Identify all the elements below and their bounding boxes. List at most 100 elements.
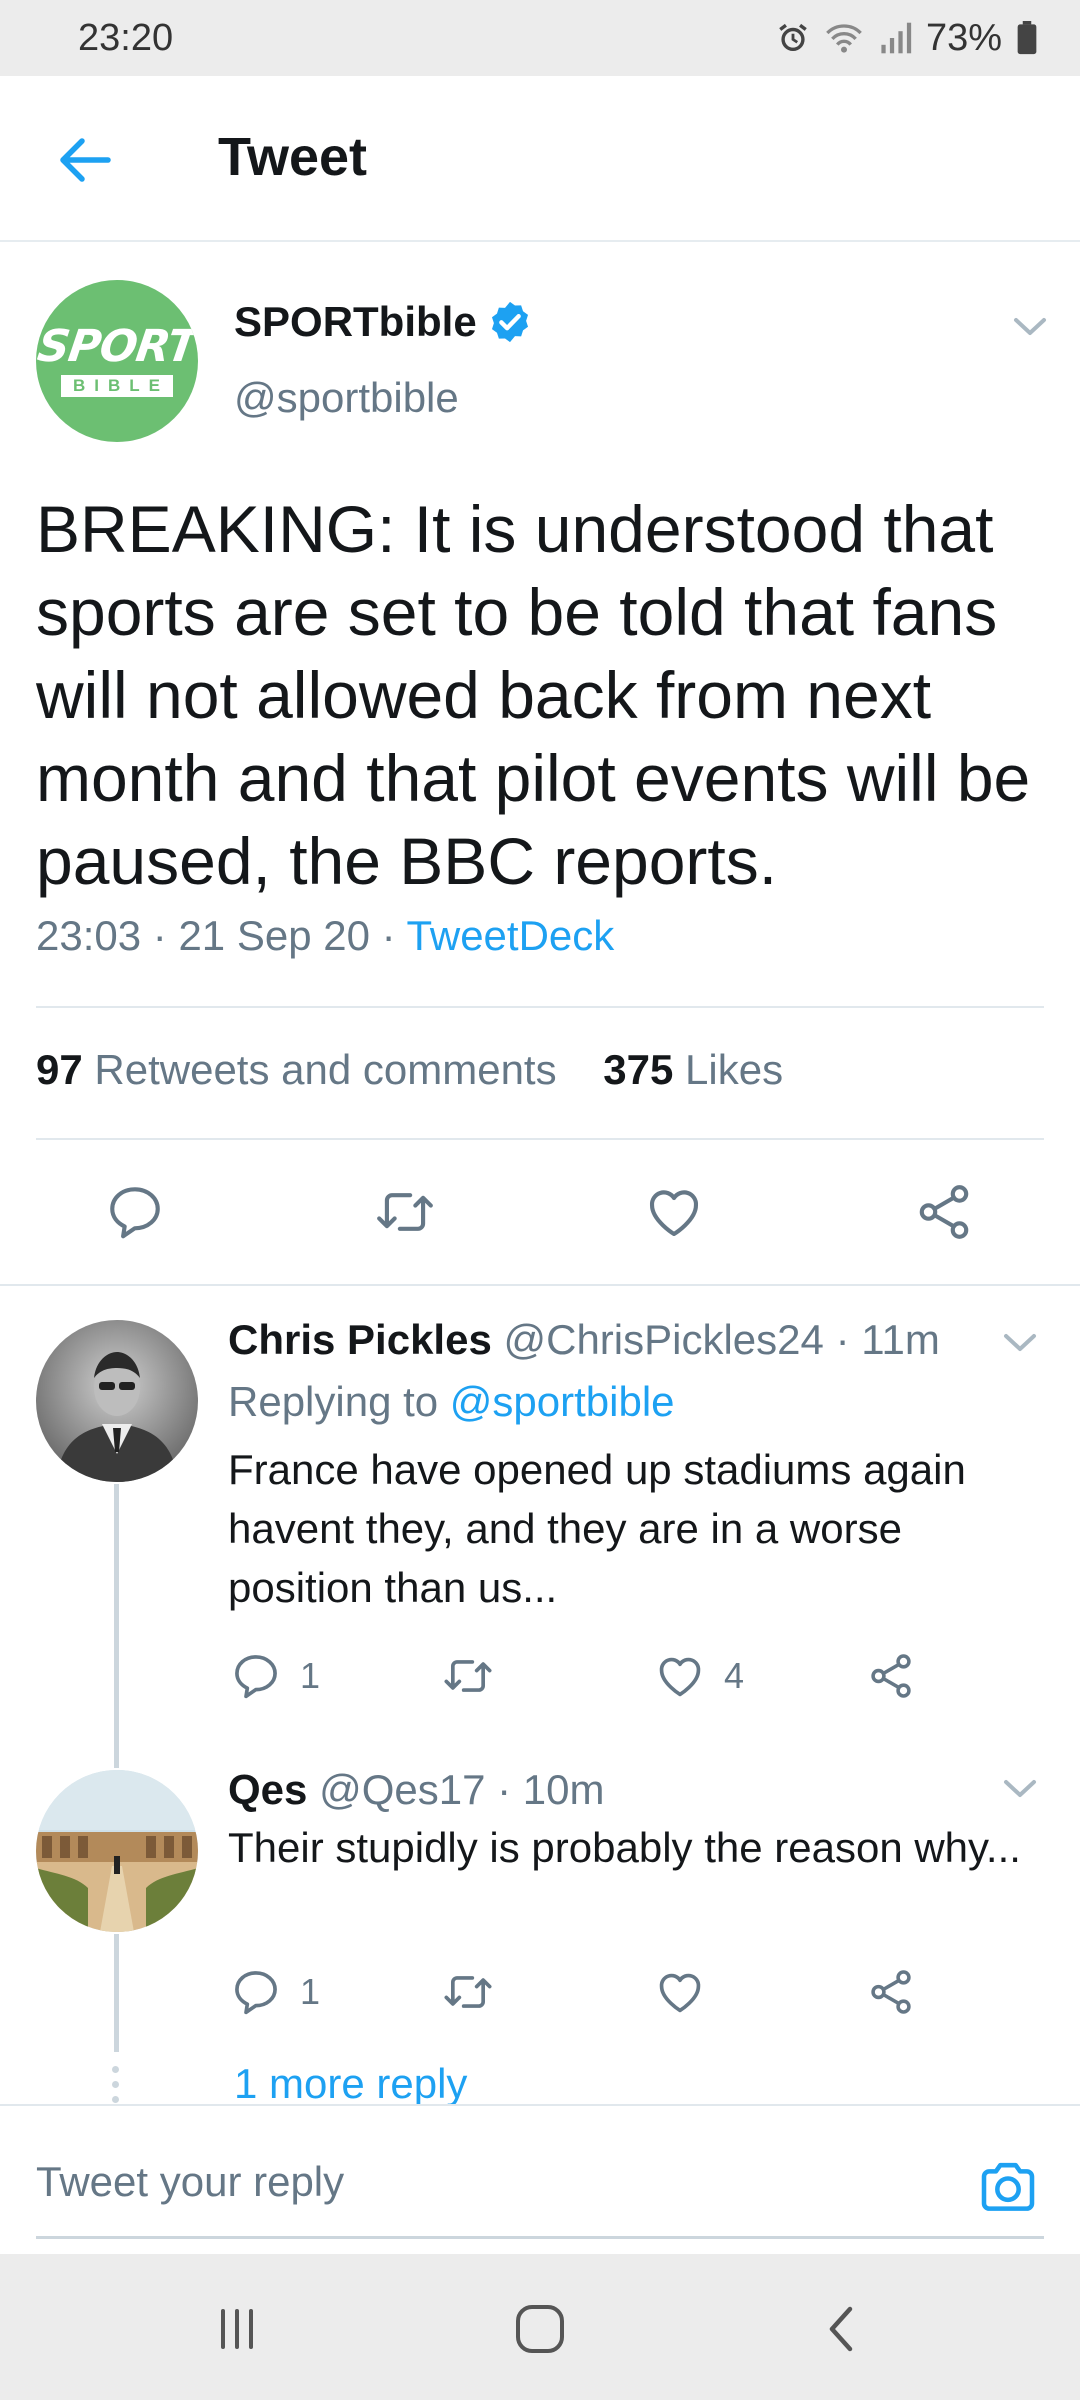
reply-actions: 1 4	[0, 1646, 1080, 1706]
replying-to: Replying to @sportbible	[228, 1378, 675, 1426]
reply-age: 10m	[522, 1766, 605, 1813]
recents-icon	[221, 2309, 253, 2349]
divider	[36, 1006, 1044, 1008]
reply-avatar[interactable]	[36, 1770, 198, 1932]
tweet-text: BREAKING: It is understood that sports a…	[36, 492, 1031, 898]
app-header: Tweet	[0, 76, 1080, 242]
avatar-photo	[36, 1320, 198, 1482]
more-replies-dots	[112, 2066, 120, 2103]
reply-comment-count: 1	[300, 1655, 321, 1696]
camera-icon	[981, 2162, 1035, 2211]
tweet-source-link[interactable]: TweetDeck	[407, 912, 615, 959]
share-icon	[871, 1970, 911, 2014]
replying-prefix: Replying to	[228, 1378, 439, 1425]
meta-separator: ·	[381, 912, 407, 959]
alarm-icon	[779, 23, 807, 52]
replying-mention-link[interactable]: @sportbible	[450, 1378, 675, 1425]
tweet-date: 21 Sep 20	[178, 912, 370, 959]
retweets-label: Retweets and comments	[94, 1046, 557, 1093]
back-icon	[829, 2306, 853, 2352]
section-divider	[0, 1284, 1080, 1286]
author-name-text: SPORTbible	[234, 298, 477, 345]
thread-line	[114, 1484, 119, 1768]
author-name[interactable]: SPORTbible	[234, 298, 533, 346]
chevron-down-icon	[1004, 1780, 1036, 1797]
status-time: 23:20	[78, 16, 174, 59]
system-nav-bar	[0, 2254, 1080, 2400]
tweet-meta: 23:03 · 21 Sep 20 · TweetDeck	[36, 912, 614, 960]
reply-like-count: 4	[724, 1655, 745, 1696]
retweet-icon	[444, 1976, 492, 2008]
chevron-down-icon	[1014, 318, 1046, 335]
reply-retweet-button[interactable]	[440, 1646, 496, 1706]
reply-header: Qes @Qes17 · 10m	[228, 1766, 605, 1814]
reply-avatar[interactable]	[36, 1320, 198, 1482]
reply-menu-button[interactable]	[1000, 1322, 1040, 1362]
share-icon	[919, 1185, 969, 1239]
heart-icon	[649, 1190, 699, 1237]
heart-icon	[659, 1973, 701, 2013]
tweet-time: 23:03	[36, 912, 142, 959]
comment-icon	[110, 1187, 160, 1239]
tweet-actions	[0, 1176, 1080, 1256]
share-icon	[871, 1654, 911, 1698]
page-title: Tweet	[218, 127, 368, 187]
comment-icon	[235, 1655, 277, 1699]
back-button[interactable]	[52, 128, 116, 192]
retweet-icon	[444, 1660, 492, 1692]
author-handle[interactable]: @sportbible	[234, 374, 459, 422]
reply-input[interactable]: Tweet your reply	[36, 2158, 344, 2206]
reply-author-handle[interactable]: @Qes17	[319, 1766, 485, 1813]
likes-count: 375	[603, 1046, 674, 1093]
battery-percent: 73%	[925, 16, 1002, 59]
reply-like-button[interactable]: 4	[654, 1646, 744, 1706]
like-button[interactable]	[638, 1176, 710, 1248]
reply-age: 11m	[861, 1316, 940, 1363]
back-arrow-icon	[60, 138, 111, 182]
reply-share-button[interactable]	[866, 1962, 916, 2022]
wifi-icon	[826, 24, 862, 53]
back-nav-button[interactable]	[807, 2294, 877, 2364]
camera-button[interactable]	[976, 2154, 1040, 2218]
reply-like-button[interactable]	[654, 1962, 706, 2022]
status-icons: 73%	[776, 17, 1038, 60]
logo-sport-text: SPORT	[36, 321, 198, 372]
reply-comment-count: 1	[300, 1971, 321, 2012]
home-button[interactable]	[505, 2294, 575, 2364]
reply-header: Chris Pickles @ChrisPickles24 · 11m	[228, 1316, 940, 1364]
heart-icon	[659, 1657, 701, 1697]
share-button[interactable]	[908, 1176, 980, 1248]
reply-comment-button[interactable]: 1	[230, 1646, 320, 1706]
divider	[36, 1138, 1044, 1140]
meta-separator: ·	[835, 1316, 850, 1363]
chevron-down-icon	[1004, 1334, 1036, 1351]
reply-text: France have opened up stadiums again hav…	[228, 1446, 966, 1611]
reply-menu-button[interactable]	[1000, 1768, 1040, 1808]
reply-composer: Tweet your reply	[0, 2104, 1080, 2254]
more-replies-link[interactable]: 1 more reply	[234, 2060, 467, 2108]
likes-stat[interactable]: 375 Likes	[603, 1046, 783, 1093]
reply-comment-button[interactable]: 1	[230, 1962, 320, 2022]
tweet-menu-button[interactable]	[1010, 306, 1050, 346]
author-avatar[interactable]: SPORT BIBLE	[36, 280, 198, 442]
verified-badge-icon	[491, 301, 528, 343]
retweets-stat[interactable]: 97 Retweets and comments	[36, 1046, 557, 1093]
avatar-photo	[36, 1770, 198, 1932]
reply-retweet-button[interactable]	[440, 1962, 496, 2022]
logo-bible-text: BIBLE	[61, 375, 173, 397]
signal-icon	[881, 22, 912, 54]
reply-share-button[interactable]	[866, 1646, 916, 1706]
reply-author-name[interactable]: Chris Pickles	[228, 1316, 492, 1363]
comment-button[interactable]	[99, 1176, 171, 1248]
retweet-button[interactable]	[369, 1176, 441, 1248]
home-icon	[516, 2305, 564, 2353]
tweet-stats: 97 Retweets and comments 375 Likes	[36, 1046, 783, 1094]
reply-actions: 1	[0, 1962, 1080, 2022]
reply-author-handle[interactable]: @ChrisPickles24	[503, 1316, 823, 1363]
reply-author-name[interactable]: Qes	[228, 1766, 307, 1813]
status-bar: 23:20 73%	[0, 0, 1080, 76]
battery-icon	[1017, 21, 1037, 55]
comment-icon	[235, 1971, 277, 2015]
composer-underline	[36, 2236, 1044, 2239]
recents-button[interactable]	[202, 2294, 272, 2364]
